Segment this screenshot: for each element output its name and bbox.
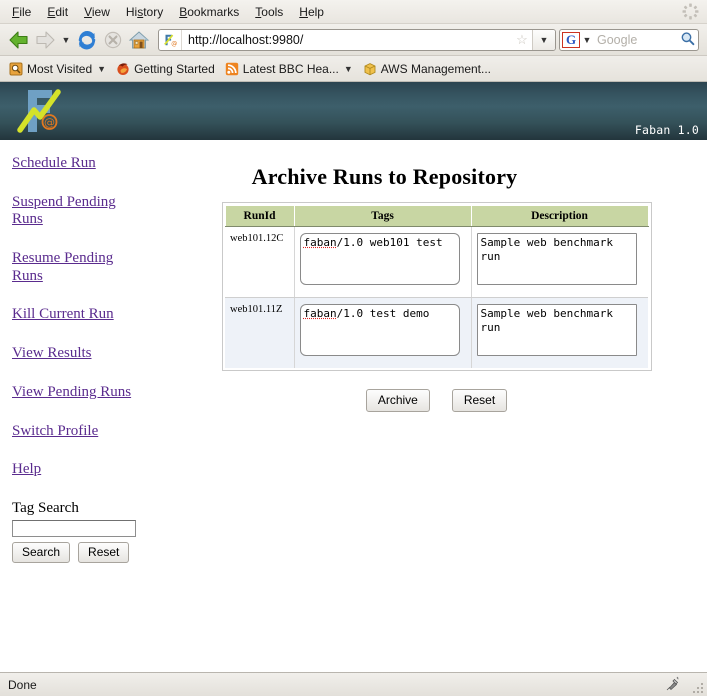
google-engine-icon[interactable]: G <box>562 32 580 48</box>
cell-description: Sample web benchmark run <box>471 227 648 298</box>
bookmark-aws-management[interactable]: AWS Management... <box>358 61 496 77</box>
url-text[interactable]: http://localhost:9980/ <box>182 33 512 47</box>
status-extension-icon[interactable] <box>664 676 681 696</box>
spellcheck-word: faban <box>304 307 337 320</box>
stop-icon <box>103 30 123 50</box>
throbber-icon <box>682 3 699 20</box>
history-dropdown-button[interactable]: ▼ <box>58 27 74 53</box>
url-bar[interactable]: @ http://localhost:9980/ ☆ ▼ <box>158 29 556 51</box>
bookmark-getting-started[interactable]: Getting Started <box>111 61 220 77</box>
bookmark-most-visited[interactable]: Most Visited ▼ <box>4 61 111 77</box>
forward-button <box>32 27 58 53</box>
reload-icon <box>77 30 97 50</box>
cell-runid: web101.12C <box>225 227 294 298</box>
faban-banner: @ Faban 1.0 <box>0 82 707 140</box>
stop-button <box>100 27 126 53</box>
bookmarks-toolbar: Most Visited ▼ Getting Started Latest BB… <box>0 56 707 82</box>
faban-version-label: Faban 1.0 <box>635 123 699 137</box>
column-header-runid: RunId <box>225 206 294 227</box>
menu-history[interactable]: History <box>118 3 171 21</box>
menu-view[interactable]: View <box>76 3 118 21</box>
bookmark-label: AWS Management... <box>381 62 491 76</box>
sidebar-item-resume-pending-runs[interactable]: Resume Pending Runs <box>12 250 136 285</box>
sidebar-item-schedule-run[interactable]: Schedule Run <box>12 155 136 173</box>
cell-tags: faban/1.0 web101 test <box>294 227 471 298</box>
tag-search-label: Tag Search <box>12 500 200 517</box>
status-text: Done <box>8 678 37 692</box>
search-engine-dropdown-icon[interactable]: ▼ <box>580 35 594 45</box>
url-dropdown-button[interactable]: ▼ <box>532 30 555 50</box>
tag-search-button[interactable]: Search <box>12 542 70 563</box>
home-button[interactable] <box>126 27 152 53</box>
tag-search-reset-button[interactable]: Reset <box>78 542 129 563</box>
sidebar-item-suspend-pending-runs[interactable]: Suspend Pending Runs <box>12 194 136 229</box>
forward-arrow-icon <box>34 30 56 50</box>
column-header-tags: Tags <box>294 206 471 227</box>
status-bar: Done <box>0 672 707 696</box>
page-body: Schedule Run Suspend Pending Runs Resume… <box>0 190 707 563</box>
bookmark-label: Getting Started <box>134 62 215 76</box>
resize-grip[interactable] <box>692 682 704 694</box>
menu-help[interactable]: Help <box>291 3 332 21</box>
menu-tools[interactable]: Tools <box>247 3 291 21</box>
tags-textarea[interactable]: faban/1.0 web101 test <box>300 233 460 285</box>
rss-feed-icon <box>225 62 239 76</box>
svg-text:@: @ <box>171 40 177 46</box>
home-icon <box>128 30 150 50</box>
tags-text-rest: /1.0 web101 test <box>337 236 443 249</box>
archive-runs-table: RunId Tags Description web101.12C faban/… <box>225 205 649 368</box>
form-action-buttons: Archive Reset <box>366 389 507 412</box>
archive-button[interactable]: Archive <box>366 389 430 412</box>
description-textarea[interactable]: Sample web benchmark run <box>477 304 637 356</box>
bookmark-label: Latest BBC Hea... <box>243 62 339 76</box>
search-icon[interactable] <box>676 31 698 49</box>
page-viewport: @ Faban 1.0 Archive Runs to Repository S… <box>0 82 707 672</box>
back-arrow-icon <box>8 30 30 50</box>
description-textarea[interactable]: Sample web benchmark run <box>477 233 637 285</box>
firefox-icon <box>116 62 130 76</box>
archive-table-container: RunId Tags Description web101.12C faban/… <box>222 202 652 371</box>
svg-text:@: @ <box>44 116 55 129</box>
aws-box-icon <box>363 62 377 76</box>
cell-tags: faban/1.0 test demo <box>294 298 471 369</box>
bookmark-star-icon[interactable]: ☆ <box>512 32 532 48</box>
back-button[interactable] <box>6 27 32 53</box>
bookmark-label: Most Visited <box>27 62 92 76</box>
chevron-down-icon[interactable]: ▼ <box>97 64 106 74</box>
sidebar-item-kill-current-run[interactable]: Kill Current Run <box>12 306 136 324</box>
cell-runid: web101.11Z <box>225 298 294 369</box>
search-input[interactable]: Google <box>594 33 676 47</box>
menu-bookmarks[interactable]: Bookmarks <box>171 3 247 21</box>
browser-window: File Edit View History Bookmarks Tools H… <box>0 0 707 696</box>
table-row: web101.12C faban/1.0 web101 test Sample … <box>225 227 648 298</box>
tag-search-input[interactable] <box>12 520 136 537</box>
column-header-description: Description <box>471 206 648 227</box>
main-content: RunId Tags Description web101.12C faban/… <box>166 190 707 412</box>
bookmark-latest-bbc-headlines[interactable]: Latest BBC Hea... ▼ <box>220 61 358 77</box>
tag-search-buttons: Search Reset <box>12 542 200 563</box>
faban-favicon-icon: @ <box>159 30 182 50</box>
navigation-toolbar: ▼ @ http://localhost:9980/ ☆ ▼ G ▼ Googl… <box>0 24 707 56</box>
menu-file[interactable]: File <box>4 3 39 21</box>
faban-logo: @ <box>14 84 76 138</box>
sidebar-item-view-pending-runs[interactable]: View Pending Runs <box>12 384 136 402</box>
search-bar[interactable]: G ▼ Google <box>559 29 699 51</box>
table-row: web101.11Z faban/1.0 test demo Sample we… <box>225 298 648 369</box>
chevron-down-icon[interactable]: ▼ <box>344 64 353 74</box>
tags-text-rest: /1.0 test demo <box>337 307 430 320</box>
reset-button[interactable]: Reset <box>452 389 507 412</box>
sidebar-item-view-results[interactable]: View Results <box>12 345 136 363</box>
menu-bar: File Edit View History Bookmarks Tools H… <box>0 0 707 24</box>
cell-description: Sample web benchmark run <box>471 298 648 369</box>
table-header-row: RunId Tags Description <box>225 206 648 227</box>
sidebar-item-switch-profile[interactable]: Switch Profile <box>12 423 136 441</box>
most-visited-icon <box>9 62 23 76</box>
sidebar-item-help[interactable]: Help <box>12 461 136 479</box>
tags-textarea[interactable]: faban/1.0 test demo <box>300 304 460 356</box>
spellcheck-word: faban <box>304 236 337 249</box>
reload-button[interactable] <box>74 27 100 53</box>
menu-edit[interactable]: Edit <box>39 3 76 21</box>
